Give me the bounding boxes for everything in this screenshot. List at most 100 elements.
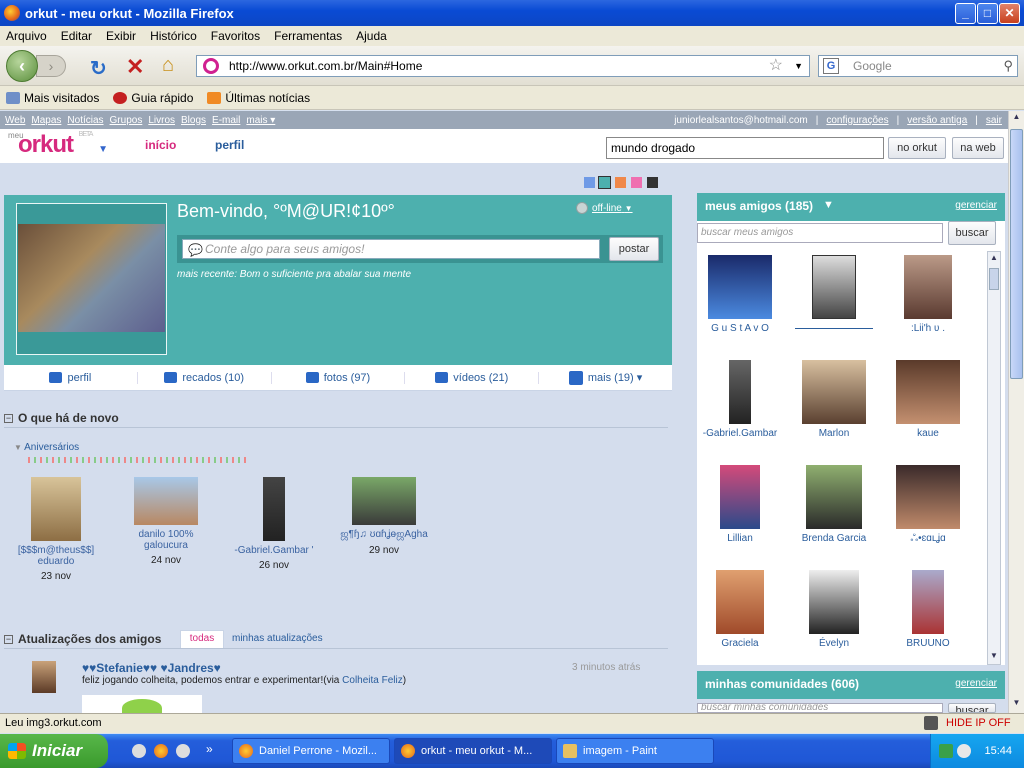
- friend-item[interactable]: Évelyn: [787, 570, 881, 649]
- communities-search-button[interactable]: buscar: [948, 703, 996, 713]
- friend-name[interactable]: Brenda Garcia: [787, 533, 881, 544]
- quicklaunch-media-icon[interactable]: [176, 744, 190, 758]
- home-icon[interactable]: ⌂: [162, 54, 174, 77]
- birthday-item[interactable]: -Gabriel.Gambar ' 26 nov: [226, 477, 322, 571]
- birthday-name[interactable]: danilo 100% galoucura: [118, 529, 214, 551]
- gbar-email[interactable]: E-mail: [212, 115, 240, 126]
- menu-editar[interactable]: Editar: [61, 29, 92, 43]
- update-app-link[interactable]: Colheita Feliz: [342, 675, 403, 686]
- birthday-name[interactable]: ஜ¶ɧ♫ ʊɑɦʝɵஜAgha: [336, 529, 432, 541]
- friend-item[interactable]: kaue: [881, 360, 975, 439]
- orkut-search-input[interactable]: mundo drogado: [606, 137, 884, 159]
- minimize-button[interactable]: _: [955, 3, 976, 24]
- birthday-name[interactable]: -Gabriel.Gambar ': [226, 545, 322, 556]
- gbar-grupos[interactable]: Grupos: [110, 115, 143, 126]
- friend-name[interactable]: Évelyn: [787, 638, 881, 649]
- friend-name[interactable]: BRUUNO: [881, 638, 975, 649]
- chevron-down-icon[interactable]: ▼: [823, 199, 834, 211]
- friend-name[interactable]: ஃ•ɛɑւʝɑ: [881, 533, 975, 545]
- tab-updates-all[interactable]: todas: [180, 630, 224, 648]
- scroll-up-icon[interactable]: ▲: [1010, 112, 1023, 126]
- friend-item[interactable]: G u S t A v O: [693, 255, 787, 334]
- logout-link[interactable]: sair: [986, 115, 1002, 126]
- friend-name[interactable]: [795, 323, 873, 329]
- birthdays-toggle[interactable]: ▼ Aniversários: [14, 442, 79, 453]
- web-search-input[interactable]: G Google ⚲: [818, 55, 1018, 77]
- url-bar[interactable]: http://www.orkut.com.br/Main#Home ☆ ▼: [196, 55, 810, 77]
- url-dropdown-icon[interactable]: ▼: [794, 56, 803, 76]
- theme-dark[interactable]: [647, 177, 658, 188]
- menu-historico[interactable]: Histórico: [150, 29, 197, 43]
- friend-photo[interactable]: [809, 570, 859, 634]
- bookmark-ultimas-noticias[interactable]: Últimas notícias: [207, 91, 310, 105]
- search-web-button[interactable]: na web: [952, 137, 1004, 159]
- updates-header[interactable]: − Atualizações dos amigos: [4, 632, 161, 646]
- friends-scrollbar[interactable]: ▲ ▼: [987, 251, 1001, 665]
- friends-manage-link[interactable]: gerenciar: [955, 200, 997, 211]
- friend-item[interactable]: Brenda Garcia: [787, 465, 881, 544]
- friend-photo[interactable]: [912, 570, 944, 634]
- communities-title[interactable]: minhas comunidades (606): [705, 677, 859, 691]
- birthday-item[interactable]: [$$$m@theus$$] eduardo 23 nov: [8, 477, 104, 582]
- friend-item[interactable]: [787, 255, 881, 329]
- menu-arquivo[interactable]: Arquivo: [6, 29, 47, 43]
- tray-volume-icon[interactable]: [957, 744, 971, 758]
- menu-ferramentas[interactable]: Ferramentas: [274, 29, 342, 43]
- settings-link[interactable]: configurações: [826, 115, 888, 126]
- search-icon[interactable]: ⚲: [1003, 56, 1013, 76]
- task-firefox-2[interactable]: orkut - meu orkut - M...: [394, 738, 552, 764]
- friend-item[interactable]: -Gabriel.Gambar: [693, 360, 787, 439]
- scroll-thumb[interactable]: [989, 268, 999, 290]
- friends-search-input[interactable]: buscar meus amigos: [697, 223, 943, 243]
- scroll-thumb[interactable]: [1010, 129, 1023, 379]
- birthday-photo[interactable]: [263, 477, 285, 541]
- tab-videos[interactable]: vídeos (21): [405, 371, 540, 384]
- friend-item[interactable]: Lillian: [693, 465, 787, 544]
- friend-photo[interactable]: [896, 360, 960, 424]
- start-button[interactable]: Iniciar: [0, 734, 108, 768]
- quicklaunch-icon[interactable]: [132, 744, 146, 758]
- friend-item[interactable]: ஃ•ɛɑւʝɑ: [881, 465, 975, 545]
- bookmark-guia-rapido[interactable]: Guia rápido: [113, 91, 193, 105]
- tray-network-icon[interactable]: [939, 744, 953, 758]
- birthday-photo[interactable]: [352, 477, 416, 525]
- birthday-item[interactable]: ஜ¶ɧ♫ ʊɑɦʝɵஜAgha 29 nov: [336, 477, 432, 556]
- friends-search-button[interactable]: buscar: [948, 221, 996, 245]
- collapse-icon[interactable]: −: [4, 413, 13, 423]
- menu-exibir[interactable]: Exibir: [106, 29, 136, 43]
- communities-manage-link[interactable]: gerenciar: [955, 678, 997, 689]
- addon-icon[interactable]: [924, 716, 938, 730]
- friend-item[interactable]: Marlon: [787, 360, 881, 439]
- friend-photo[interactable]: [806, 465, 862, 529]
- gbar-mapas[interactable]: Mapas: [31, 115, 61, 126]
- scroll-up-icon[interactable]: ▲: [989, 253, 999, 265]
- update-avatar[interactable]: [32, 661, 56, 693]
- friend-photo[interactable]: [904, 255, 952, 319]
- theme-orange[interactable]: [615, 177, 626, 188]
- bookmark-mais-visitados[interactable]: Mais visitados: [6, 91, 99, 105]
- tab-updates-mine[interactable]: minhas atualizações: [232, 633, 323, 644]
- post-button[interactable]: postar: [609, 237, 659, 261]
- task-paint[interactable]: imagem - Paint: [556, 738, 714, 764]
- gbar-noticias[interactable]: Notícias: [67, 115, 103, 126]
- gbar-web[interactable]: Web: [5, 115, 25, 126]
- update-image[interactable]: [82, 695, 202, 713]
- collapse-icon[interactable]: −: [4, 634, 13, 644]
- stop-icon[interactable]: ✕: [126, 54, 144, 80]
- theme-blue[interactable]: [584, 177, 595, 188]
- friends-title[interactable]: meus amigos (185): [705, 199, 813, 213]
- birthday-item[interactable]: danilo 100% galoucura 24 nov: [118, 477, 214, 566]
- search-orkut-button[interactable]: no orkut: [888, 137, 946, 159]
- tab-fotos[interactable]: fotos (97): [272, 371, 406, 384]
- friend-name[interactable]: Graciela: [693, 638, 787, 649]
- friend-photo[interactable]: [802, 360, 866, 424]
- theme-teal[interactable]: [598, 176, 611, 189]
- friend-name[interactable]: -Gabriel.Gambar: [693, 428, 787, 439]
- tab-perfil[interactable]: perfil: [4, 371, 138, 384]
- friend-photo[interactable]: [896, 465, 960, 529]
- tab-mais[interactable]: mais (19) ▾: [539, 370, 672, 385]
- scroll-down-icon[interactable]: ▼: [989, 651, 999, 663]
- friend-item[interactable]: BRUUNO: [881, 570, 975, 649]
- status-toggle[interactable]: off-line ▼: [576, 202, 633, 214]
- update-author[interactable]: ♥♥Stefanie♥♥ ♥Jandres♥: [82, 661, 221, 675]
